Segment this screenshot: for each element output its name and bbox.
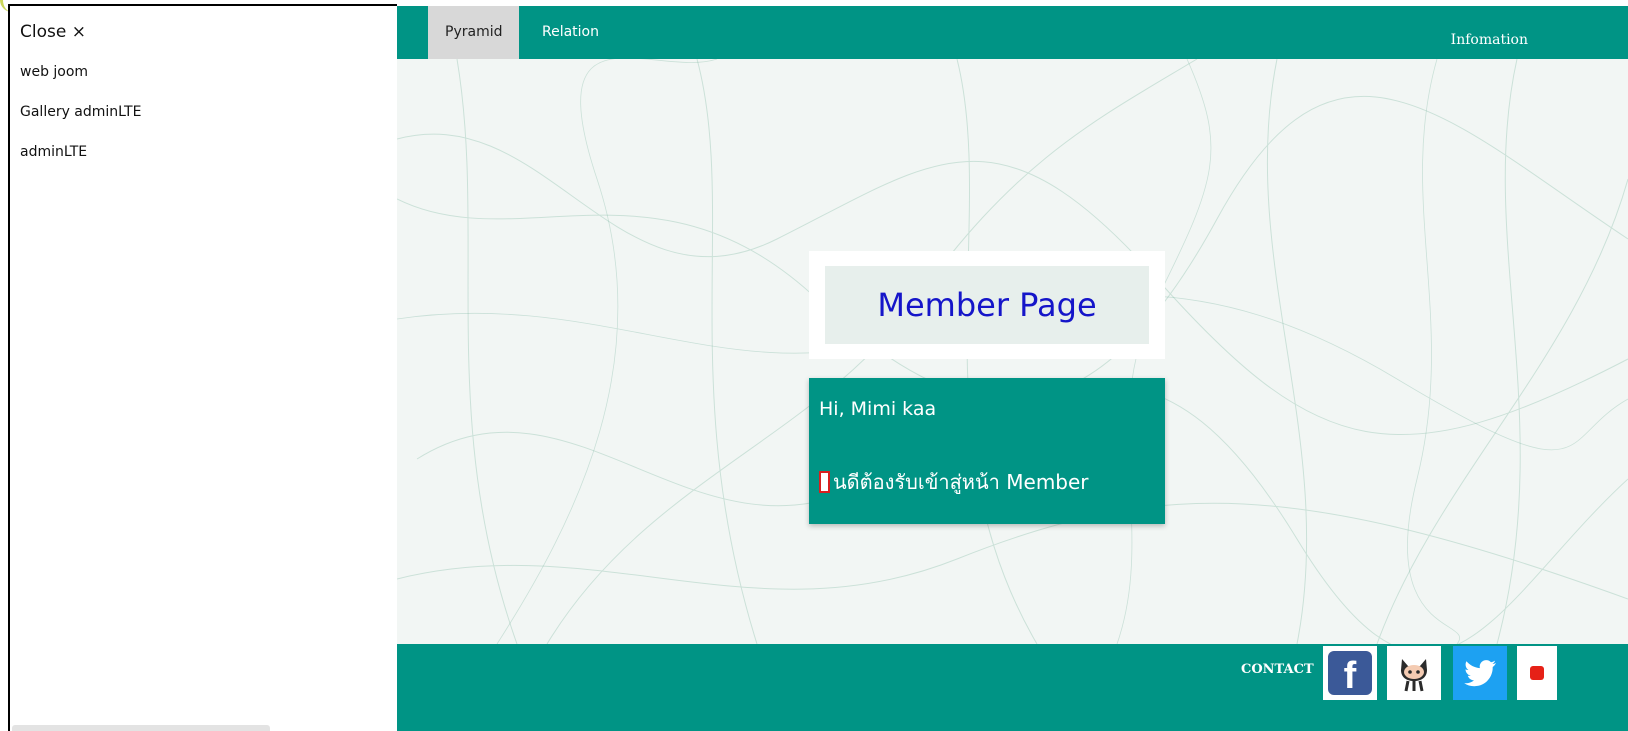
github-link[interactable] bbox=[1387, 646, 1441, 700]
hero-section: Member Page Hi, Mimi kaa นดีต้องรับเข้าส… bbox=[397, 59, 1628, 644]
top-navbar: Pyramid Relation Infomation bbox=[397, 6, 1628, 59]
tab-pyramid[interactable]: Pyramid bbox=[428, 6, 520, 59]
page-title: Member Page bbox=[877, 286, 1097, 324]
sidebar: Close × web joom Gallery adminLTE adminL… bbox=[8, 4, 397, 731]
sidebar-item-web-joom[interactable]: web joom bbox=[20, 64, 88, 80]
welcome-message-text: นดีต้องรับเข้าสู่หน้า Member bbox=[833, 470, 1089, 494]
twitter-link[interactable] bbox=[1453, 646, 1507, 700]
sidebar-item-adminlte[interactable]: adminLTE bbox=[20, 144, 87, 160]
page-title-inner: Member Page bbox=[825, 266, 1149, 344]
sidebar-horizontal-scrollbar[interactable] bbox=[12, 725, 270, 731]
facebook-link[interactable]: f bbox=[1323, 646, 1377, 700]
github-icon bbox=[1401, 659, 1427, 692]
sidebar-close-button[interactable]: Close × bbox=[20, 22, 86, 42]
main-content: Pyramid Relation Infomation Member Page … bbox=[397, 6, 1628, 731]
youtube-link[interactable] bbox=[1517, 646, 1557, 700]
youtube-icon bbox=[1530, 666, 1544, 680]
greeting-text: Hi, Mimi kaa bbox=[819, 398, 937, 420]
twitter-icon bbox=[1464, 660, 1496, 687]
welcome-message: นดีต้องรับเข้าสู่หน้า Member bbox=[819, 466, 1089, 498]
sidebar-item-gallery-adminlte[interactable]: Gallery adminLTE bbox=[20, 104, 141, 120]
facebook-icon: f bbox=[1328, 651, 1372, 695]
missing-glyph-icon bbox=[819, 471, 830, 493]
contact-label: CONTACT bbox=[1241, 662, 1314, 677]
welcome-card: Hi, Mimi kaa นดีต้องรับเข้าสู่หน้า Membe… bbox=[809, 378, 1165, 524]
footer: CONTACT f bbox=[397, 644, 1628, 731]
tab-relation[interactable]: Relation bbox=[525, 6, 616, 59]
page-title-card: Member Page bbox=[809, 251, 1165, 359]
